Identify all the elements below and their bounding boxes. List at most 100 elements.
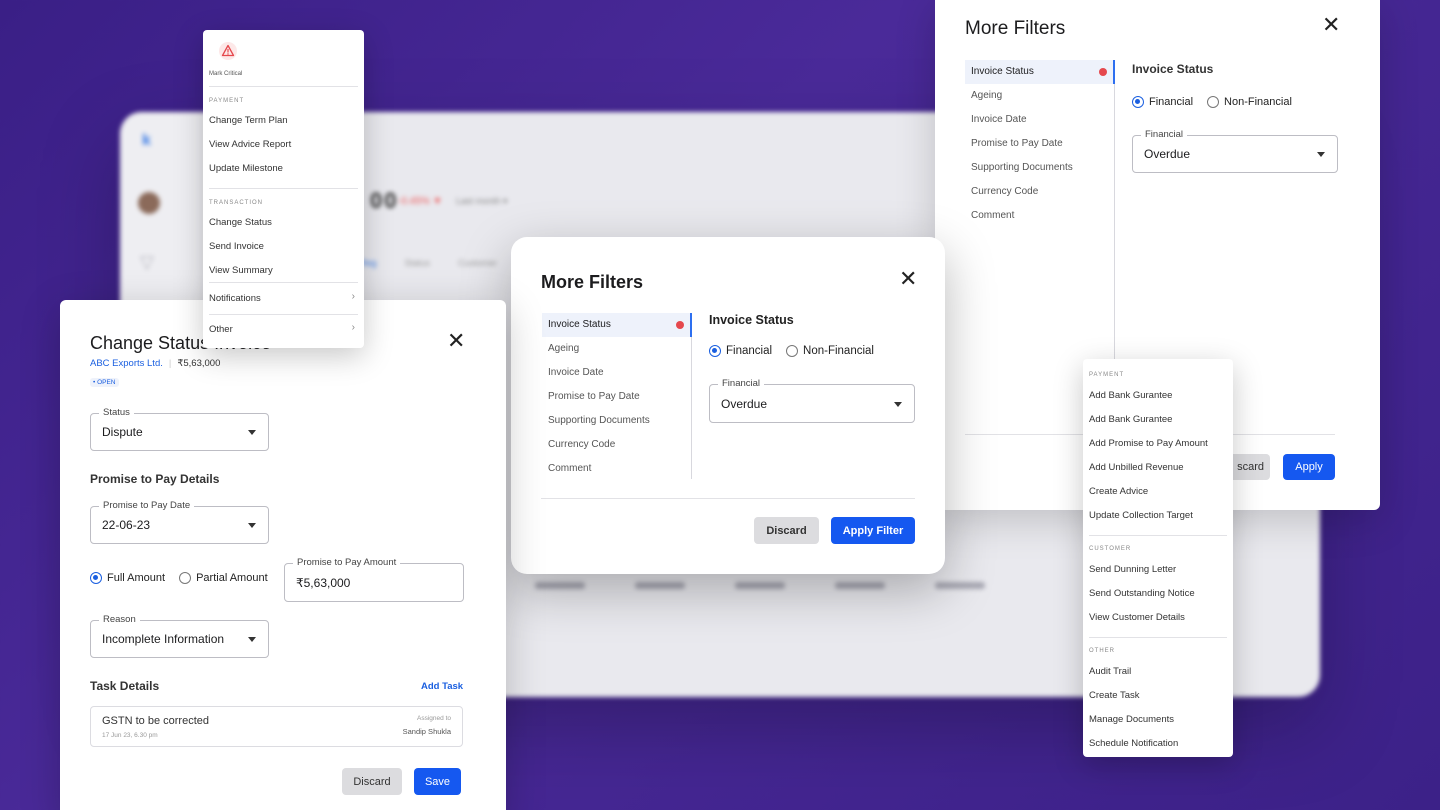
filter-item-currency-code[interactable]: Currency Code bbox=[965, 180, 1113, 204]
menu-item-send-invoice[interactable]: Send Invoice bbox=[209, 241, 264, 252]
menu-item-change-status[interactable]: Change Status bbox=[209, 217, 272, 228]
radio-non-financial[interactable]: Non-Financial bbox=[786, 345, 874, 357]
filter-icon: ▽ bbox=[140, 252, 154, 272]
menu-item-create-task[interactable]: Create Task bbox=[1089, 690, 1140, 701]
reason-select[interactable]: Reason Incomplete Information bbox=[90, 614, 269, 658]
apply-filter-button[interactable]: Apply Filter bbox=[831, 517, 915, 544]
menu-item-add-bank-guarantee[interactable]: Add Bank Gurantee bbox=[1089, 390, 1172, 401]
chevron-down-icon bbox=[248, 637, 256, 642]
warning-triangle-icon[interactable] bbox=[219, 42, 237, 60]
menu-item-view-customer-details[interactable]: View Customer Details bbox=[1089, 612, 1185, 623]
background-tab: Status bbox=[404, 258, 431, 268]
filter-item-supporting-docs[interactable]: Supporting Documents bbox=[542, 409, 690, 433]
financial-select[interactable]: Financial Overdue bbox=[709, 378, 915, 423]
chevron-down-icon bbox=[248, 523, 256, 528]
avatar bbox=[138, 192, 160, 214]
radio-financial[interactable]: Financial bbox=[709, 345, 772, 357]
filter-item-label: Ageing bbox=[548, 343, 580, 354]
filter-item-invoice-date[interactable]: Invoice Date bbox=[542, 361, 690, 385]
menu-item-notifications[interactable]: Notifications bbox=[209, 293, 358, 304]
menu-item-audit-trail[interactable]: Audit Trail bbox=[1089, 666, 1131, 677]
more-filters-dialog-center: More Filters ✕ Invoice Status Ageing Inv… bbox=[511, 237, 945, 574]
radio-label: Financial bbox=[1149, 96, 1194, 108]
radio-financial[interactable]: Financial bbox=[1132, 96, 1193, 108]
invoice-status-radio-group: Financial Non-Financial bbox=[1132, 96, 1292, 108]
filter-item-comment[interactable]: Comment bbox=[542, 457, 690, 481]
background-cell bbox=[535, 582, 585, 589]
change-status-panel: Change Status Invoice ✕ ABC Exports Ltd.… bbox=[60, 300, 506, 810]
filter-item-label: Promise to Pay Date bbox=[548, 391, 640, 402]
status-badge: • OPEN bbox=[90, 378, 119, 387]
promise-date-select[interactable]: Promise to Pay Date 22-06-23 bbox=[90, 500, 269, 544]
filter-item-label: Supporting Documents bbox=[971, 162, 1073, 173]
menu-item-add-unbilled-revenue[interactable]: Add Unbilled Revenue bbox=[1089, 462, 1184, 473]
filter-item-invoice-date[interactable]: Invoice Date bbox=[965, 108, 1113, 132]
field-value: ₹5,63,000 bbox=[296, 575, 351, 590]
menu-divider bbox=[1089, 637, 1227, 638]
filter-item-ageing[interactable]: Ageing bbox=[965, 84, 1113, 108]
field-value: Overdue bbox=[721, 396, 768, 411]
radio-checked-icon bbox=[90, 572, 102, 584]
meta-separator: | bbox=[168, 358, 172, 369]
customer-actions-menu: PAYMENT Add Bank Gurantee Add Bank Guran… bbox=[1083, 359, 1233, 757]
filter-item-label: Currency Code bbox=[971, 186, 1039, 197]
filter-item-invoice-status[interactable]: Invoice Status bbox=[542, 313, 690, 337]
section-title: Invoice Status bbox=[709, 313, 794, 327]
field-label: Promise to Pay Amount bbox=[293, 557, 401, 568]
menu-item-update-collection-target[interactable]: Update Collection Target bbox=[1089, 510, 1193, 521]
radio-label: Partial Amount bbox=[196, 572, 268, 584]
add-task-link[interactable]: Add Task bbox=[421, 681, 463, 692]
mark-critical-label[interactable]: Mark Critical bbox=[209, 71, 242, 77]
filter-item-label: Currency Code bbox=[548, 439, 616, 450]
promise-amount-input[interactable]: Promise to Pay Amount ₹5,63,000 bbox=[284, 557, 464, 602]
menu-item-send-dunning-letter[interactable]: Send Dunning Letter bbox=[1089, 564, 1176, 575]
menu-section-other: OTHER bbox=[1089, 648, 1115, 654]
apply-button[interactable]: Apply bbox=[1283, 454, 1335, 480]
filter-item-supporting-docs[interactable]: Supporting Documents bbox=[965, 156, 1113, 180]
menu-item-manage-documents[interactable]: Manage Documents bbox=[1089, 714, 1174, 725]
financial-select[interactable]: Financial Overdue bbox=[1132, 129, 1338, 173]
filter-item-label: Invoice Date bbox=[548, 367, 604, 378]
radio-checked-icon bbox=[709, 345, 721, 357]
background-header-period: Last month ▾ bbox=[456, 196, 508, 206]
menu-item-other[interactable]: Other bbox=[209, 324, 233, 335]
menu-item-create-advice[interactable]: Create Advice bbox=[1089, 486, 1148, 497]
radio-partial-amount[interactable]: Partial Amount bbox=[179, 572, 268, 584]
filter-item-label: Comment bbox=[971, 210, 1015, 221]
amount-radio-group: Full Amount Partial Amount bbox=[90, 572, 268, 584]
section-title: Task Details bbox=[90, 679, 160, 693]
filter-item-comment[interactable]: Comment bbox=[965, 204, 1113, 228]
company-link[interactable]: ABC Exports Ltd. bbox=[90, 358, 163, 369]
radio-unchecked-icon bbox=[786, 345, 799, 357]
menu-item-view-summary[interactable]: View Summary bbox=[209, 265, 273, 276]
status-select[interactable]: Status Dispute bbox=[90, 407, 269, 451]
discard-button[interactable]: Discard bbox=[754, 517, 819, 544]
field-label: Reason bbox=[99, 614, 140, 625]
radio-non-financial[interactable]: Non-Financial bbox=[1207, 96, 1292, 108]
app-logo: k bbox=[142, 132, 151, 149]
background-header-amount: 00 bbox=[370, 188, 399, 213]
filter-item-promise-date[interactable]: Promise to Pay Date bbox=[542, 385, 690, 409]
menu-item-add-promise-to-pay[interactable]: Add Promise to Pay Amount bbox=[1089, 438, 1208, 449]
filter-item-ageing[interactable]: Ageing bbox=[542, 337, 690, 361]
task-card[interactable]: GSTN to be corrected 17 Jun 23, 6.30 pm … bbox=[90, 706, 463, 747]
close-icon[interactable]: ✕ bbox=[1322, 14, 1340, 36]
filter-item-invoice-status[interactable]: Invoice Status bbox=[965, 60, 1113, 84]
chevron-down-icon bbox=[894, 401, 902, 407]
menu-item-send-outstanding-notice[interactable]: Send Outstanding Notice bbox=[1089, 588, 1195, 599]
menu-item-view-advice-report[interactable]: View Advice Report bbox=[209, 139, 291, 150]
filter-item-promise-date[interactable]: Promise to Pay Date bbox=[965, 132, 1113, 156]
background-header-change: -0.45% ▼ bbox=[398, 196, 443, 207]
close-icon[interactable]: ✕ bbox=[447, 330, 465, 352]
filter-item-currency-code[interactable]: Currency Code bbox=[542, 433, 690, 457]
menu-item-schedule-notification[interactable]: Schedule Notification bbox=[1089, 738, 1178, 749]
menu-divider bbox=[209, 314, 358, 315]
invoice-amount: ₹5,63,000 bbox=[177, 358, 221, 369]
menu-item-change-term-plan[interactable]: Change Term Plan bbox=[209, 115, 288, 126]
radio-full-amount[interactable]: Full Amount bbox=[90, 572, 165, 584]
close-icon[interactable]: ✕ bbox=[899, 268, 917, 290]
menu-item-update-milestone[interactable]: Update Milestone bbox=[209, 163, 283, 174]
save-button[interactable]: Save bbox=[414, 768, 461, 795]
discard-button[interactable]: Discard bbox=[342, 768, 402, 795]
menu-item-add-bank-guarantee[interactable]: Add Bank Gurantee bbox=[1089, 414, 1172, 425]
